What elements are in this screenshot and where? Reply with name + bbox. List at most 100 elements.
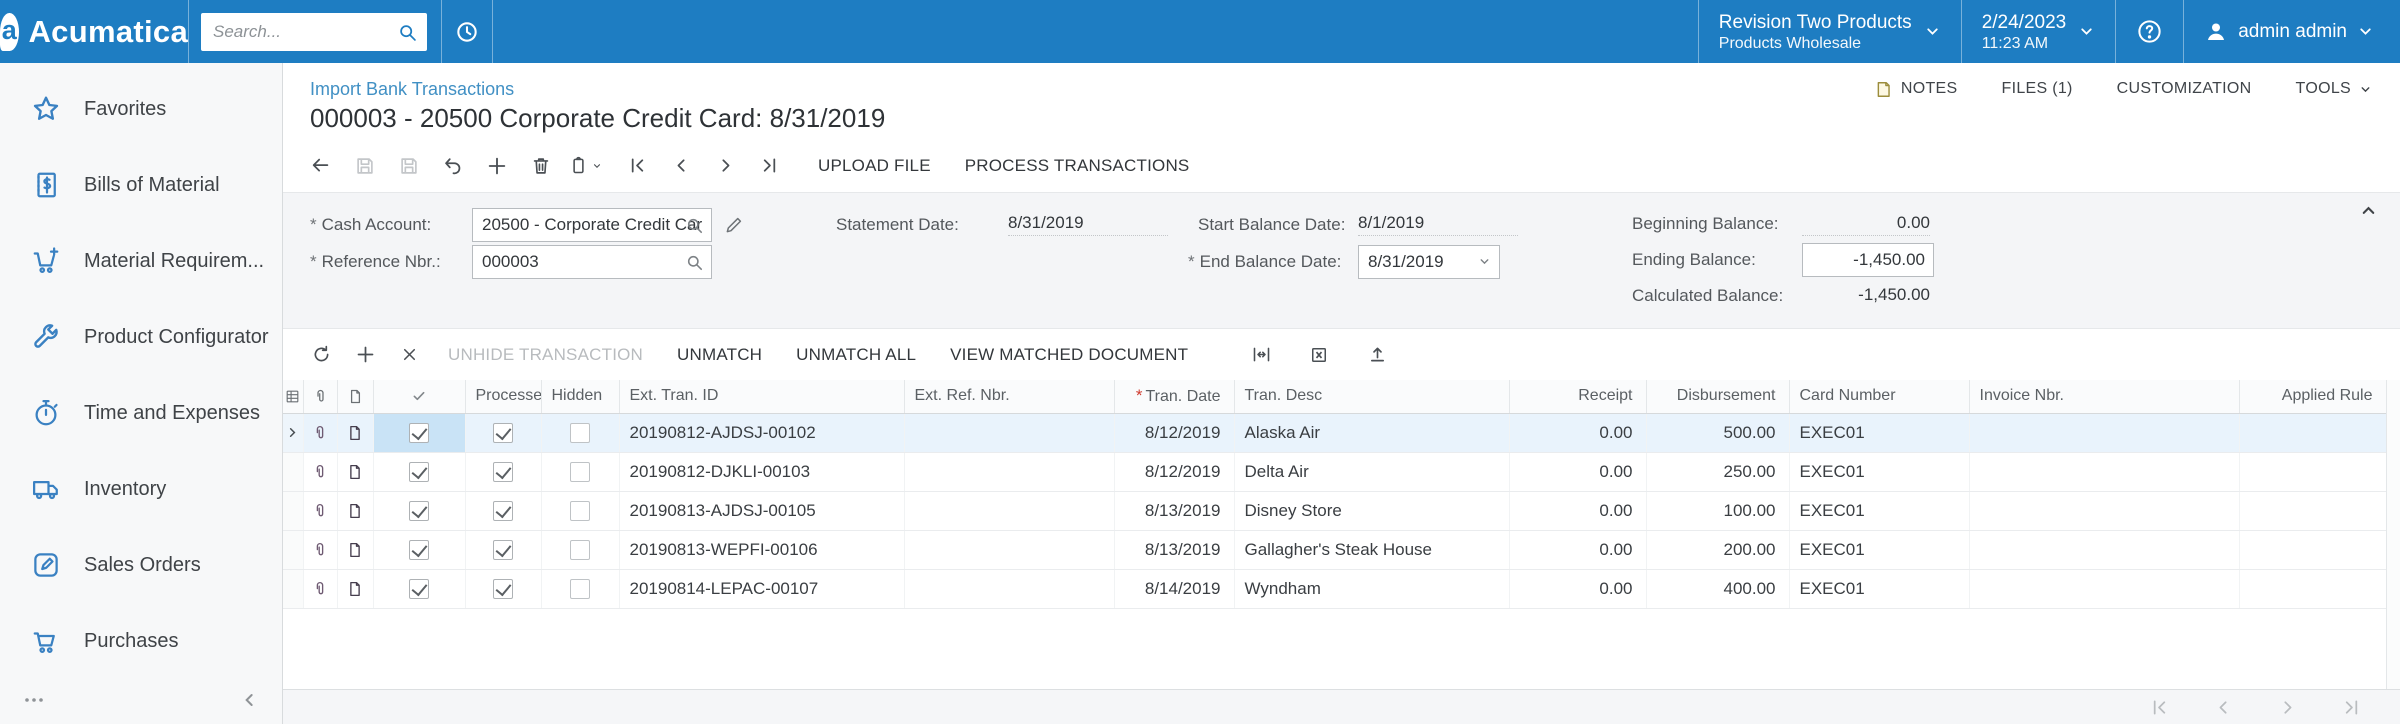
disbursement-cell[interactable]: 200.00 — [1646, 530, 1789, 569]
processed-checkbox[interactable] — [493, 423, 513, 443]
delete-record-button[interactable] — [519, 145, 563, 187]
tools-button[interactable]: TOOLS — [2296, 80, 2372, 98]
tran-date-cell[interactable]: 8/13/2019 — [1114, 530, 1234, 569]
process-transactions-button[interactable]: PROCESS TRANSACTIONS — [948, 145, 1207, 187]
ext-tran-id-cell[interactable]: 20190814-LEPAC-00107 — [619, 569, 904, 608]
attachment-paperclip-icon[interactable] — [303, 413, 337, 452]
hidden-checkbox[interactable] — [570, 501, 590, 521]
row-note-icon[interactable] — [337, 530, 373, 569]
table-row[interactable]: 20190812-AJDSJ-001028/12/2019Alaska Air0… — [283, 413, 2386, 452]
last-record-button[interactable] — [747, 145, 791, 187]
add-new-record-button[interactable] — [475, 145, 519, 187]
attachment-paperclip-icon[interactable] — [303, 452, 337, 491]
table-row[interactable]: 20190812-DJKLI-001038/12/2019Delta Air0.… — [283, 452, 2386, 491]
help-button[interactable] — [2116, 0, 2183, 63]
row-note-icon[interactable] — [337, 491, 373, 530]
tran-desc-cell[interactable]: Wyndham — [1234, 569, 1509, 608]
view-matched-document-button[interactable]: VIEW MATCHED DOCUMENT — [933, 334, 1205, 376]
end-balance-date-select[interactable]: 8/31/2019 — [1358, 245, 1500, 279]
tran-date-cell[interactable]: 8/14/2019 — [1114, 569, 1234, 608]
included-checkbox[interactable] — [409, 462, 429, 482]
unmatch-all-button[interactable]: UNMATCH ALL — [779, 334, 933, 376]
applied-rule-column-header[interactable]: Applied Rule — [2239, 380, 2386, 413]
next-page-button[interactable] — [2272, 686, 2302, 724]
invoice-nbr-column-header[interactable]: Invoice Nbr. — [1969, 380, 2239, 413]
last-page-button[interactable] — [2336, 686, 2366, 724]
sidebar-item-time-and-expenses[interactable]: Time and Expenses — [0, 375, 282, 451]
disbursement-cell[interactable]: 250.00 — [1646, 452, 1789, 491]
disbursement-cell[interactable]: 400.00 — [1646, 569, 1789, 608]
hidden-column-header[interactable]: Hidden — [541, 380, 619, 413]
attachment-paperclip-icon[interactable] — [303, 569, 337, 608]
card-number-cell[interactable]: EXEC01 — [1789, 491, 1969, 530]
fit-to-screen-button[interactable] — [1239, 334, 1283, 376]
receipt-cell[interactable]: 0.00 — [1509, 530, 1646, 569]
disbursement-cell[interactable]: 500.00 — [1646, 413, 1789, 452]
next-record-button[interactable] — [703, 145, 747, 187]
unmatch-button[interactable]: UNMATCH — [660, 334, 779, 376]
load-records-from-file-button[interactable] — [1355, 334, 1399, 376]
row-note-icon[interactable] — [337, 569, 373, 608]
tran-desc-cell[interactable]: Alaska Air — [1234, 413, 1509, 452]
refresh-grid-button[interactable] — [299, 334, 343, 376]
ext-ref-nbr-column-header[interactable]: Ext. Ref. Nbr. — [904, 380, 1114, 413]
save-close-button[interactable] — [343, 145, 387, 187]
tran-desc-column-header[interactable]: Tran. Desc — [1234, 380, 1509, 413]
delete-row-button[interactable] — [387, 334, 431, 376]
ext-ref-nbr-cell[interactable] — [904, 569, 1114, 608]
applied-rule-cell[interactable] — [2239, 569, 2386, 608]
sidebar-item-sales-orders[interactable]: Sales Orders — [0, 527, 282, 603]
processed-column-header[interactable]: Processed — [465, 380, 541, 413]
sidebar-item-purchases[interactable]: Purchases — [0, 603, 282, 679]
tran-desc-cell[interactable]: Disney Store — [1234, 491, 1509, 530]
tran-date-cell[interactable]: 8/13/2019 — [1114, 491, 1234, 530]
attachment-paperclip-icon[interactable] — [303, 530, 337, 569]
business-date-selector[interactable]: 2/24/2023 11:23 AM — [1962, 0, 2116, 63]
ext-tran-id-cell[interactable]: 20190812-AJDSJ-00102 — [619, 413, 904, 452]
row-note-icon[interactable] — [337, 452, 373, 491]
ext-ref-nbr-cell[interactable] — [904, 491, 1114, 530]
tran-date-column-header[interactable]: *Tran. Date — [1114, 380, 1234, 413]
customization-button[interactable]: CUSTOMIZATION — [2117, 80, 2252, 98]
ext-tran-id-cell[interactable]: 20190813-WEPFI-00106 — [619, 530, 904, 569]
invoice-nbr-cell[interactable] — [1969, 491, 2239, 530]
sidebar-item-inventory[interactable]: Inventory — [0, 451, 282, 527]
upload-file-button[interactable]: UPLOAD FILE — [801, 145, 948, 187]
ext-ref-nbr-cell[interactable] — [904, 413, 1114, 452]
ext-ref-nbr-cell[interactable] — [904, 452, 1114, 491]
notes-button[interactable]: NOTES — [1874, 80, 1958, 99]
ext-ref-nbr-cell[interactable] — [904, 530, 1114, 569]
applied-rule-cell[interactable] — [2239, 530, 2386, 569]
applied-rule-cell[interactable] — [2239, 491, 2386, 530]
grid-settings-header[interactable] — [283, 380, 303, 413]
business-date-clock-button[interactable] — [442, 0, 492, 63]
copy-paste-button[interactable] — [563, 145, 607, 187]
search-icon[interactable] — [397, 22, 418, 43]
export-to-excel-button[interactable] — [1297, 334, 1341, 376]
processed-checkbox[interactable] — [493, 501, 513, 521]
first-record-button[interactable] — [615, 145, 659, 187]
table-row[interactable]: 20190813-AJDSJ-001058/13/2019Disney Stor… — [283, 491, 2386, 530]
hidden-checkbox[interactable] — [570, 579, 590, 599]
sidebar-item-product-configurator[interactable]: Product Configurator — [0, 299, 282, 375]
unhide-transaction-button[interactable]: UNHIDE TRANSACTION — [431, 334, 660, 376]
applied-rule-cell[interactable] — [2239, 413, 2386, 452]
receipt-cell[interactable]: 0.00 — [1509, 569, 1646, 608]
vertical-scrollbar[interactable] — [2386, 380, 2400, 689]
included-column-header[interactable] — [373, 380, 465, 413]
card-number-cell[interactable]: EXEC01 — [1789, 569, 1969, 608]
receipt-cell[interactable]: 0.00 — [1509, 413, 1646, 452]
included-checkbox[interactable] — [409, 423, 429, 443]
applied-rule-cell[interactable] — [2239, 452, 2386, 491]
first-page-button[interactable] — [2144, 686, 2174, 724]
invoice-nbr-cell[interactable] — [1969, 530, 2239, 569]
sidebar-item-bills-of-material[interactable]: Bills of Material — [0, 147, 282, 223]
tran-date-cell[interactable]: 8/12/2019 — [1114, 452, 1234, 491]
table-row[interactable]: 20190814-LEPAC-00107 8/14/2019Wyndham0.00… — [283, 569, 2386, 608]
company-branch-selector[interactable]: Revision Two Products Products Wholesale — [1699, 0, 1961, 63]
included-checkbox[interactable] — [409, 579, 429, 599]
collapse-form-icon[interactable] — [2359, 201, 2378, 220]
save-button[interactable] — [387, 145, 431, 187]
hidden-checkbox[interactable] — [570, 423, 590, 443]
hidden-checkbox[interactable] — [570, 540, 590, 560]
